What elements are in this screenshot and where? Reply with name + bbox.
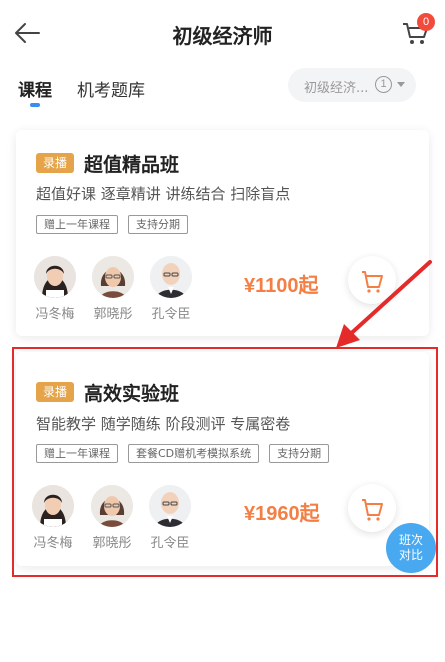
chevron-down-icon	[397, 82, 405, 87]
teacher[interactable]: 郭晓彤	[88, 256, 138, 322]
active-tab-indicator	[30, 103, 40, 107]
teacher[interactable]: 冯冬梅	[30, 256, 80, 322]
cart-count-badge: 0	[417, 13, 435, 31]
course-price: ¥1100起	[244, 275, 319, 297]
teacher-avatar	[34, 256, 76, 298]
teacher-name: 冯冬梅	[35, 307, 75, 322]
annotation-arrow-icon	[336, 260, 432, 348]
teacher-name: 孔令臣	[151, 307, 191, 322]
highlight-box	[12, 347, 438, 577]
course-tag: 支持分期	[128, 215, 188, 234]
recorded-badge: 录播	[36, 153, 74, 173]
compare-label-line1: 班次	[398, 533, 423, 547]
top-bar: 初级经济师 0	[0, 0, 445, 68]
course-tags: 赠上一年课程 支持分期	[36, 215, 188, 234]
class-compare-button[interactable]: 班次 对比	[386, 523, 436, 573]
course-tag: 赠上一年课程	[36, 215, 118, 234]
exam-selector-count: 1	[375, 76, 392, 93]
teacher-name: 郭晓彤	[93, 307, 133, 322]
exam-selector-label: 初级经济...	[304, 81, 369, 96]
tab-courses[interactable]: 课程	[18, 76, 52, 101]
exam-selector-dropdown[interactable]: 初级经济... 1	[288, 68, 416, 102]
teacher-avatar	[92, 256, 134, 298]
teacher[interactable]: 孔令臣	[146, 256, 196, 322]
compare-label-line2: 对比	[398, 548, 423, 562]
tab-exam-bank[interactable]: 机考题库	[77, 76, 145, 101]
tab-bar: 课程 机考题库 初级经济... 1	[0, 68, 445, 108]
teacher-avatar	[150, 256, 192, 298]
course-name: 超值精品班	[84, 154, 180, 176]
course-description: 超值好课 逐章精讲 讲练结合 扫除盲点	[36, 185, 291, 203]
page-title: 初级经济师	[172, 24, 273, 48]
